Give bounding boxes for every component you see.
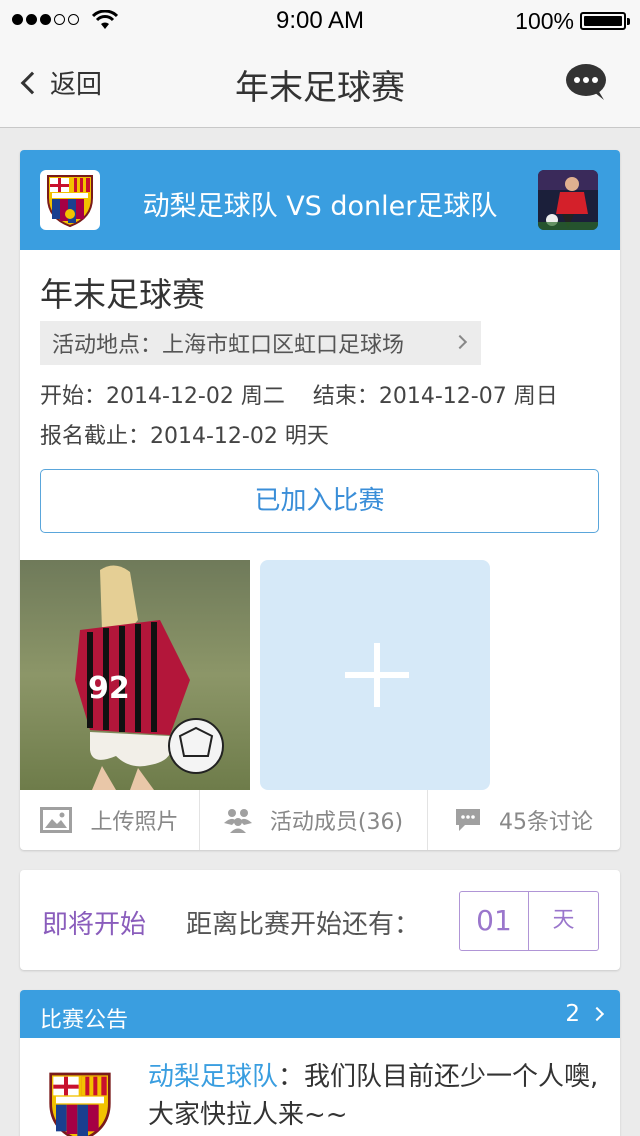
signup-deadline: 报名截止：2014-12-02 明天 — [40, 424, 329, 449]
event-title: 年末足球赛 — [40, 275, 205, 314]
announcement-card: 比赛公告 2 动梨足球队：我们队目前还少一个人噢,大家快拉人来~~ — [20, 990, 620, 1136]
event-photo[interactable]: 92 — [20, 560, 250, 790]
image-icon — [40, 807, 73, 833]
fcb-crest-icon — [49, 1072, 111, 1136]
announcement-author[interactable]: 动梨足球队 — [148, 1062, 278, 1092]
location-row[interactable]: 活动地点：上海市虹口区虹口足球场 — [40, 321, 481, 365]
match-header: 动梨足球队 VS donler足球队 — [20, 150, 620, 250]
team-logo-right[interactable] — [538, 170, 598, 230]
status-label: 即将开始 — [42, 910, 147, 940]
start-date: 开始：2014-12-02 周二 — [40, 384, 285, 409]
countdown-box: 01 天 — [459, 891, 599, 951]
countdown-card: 即将开始 距离比赛开始还有： 01 天 — [20, 870, 620, 970]
announcement-title: 比赛公告 — [40, 1008, 129, 1033]
joined-match-button[interactable]: 已加入比赛 — [40, 469, 599, 533]
page-title: 年末足球赛 — [235, 68, 405, 108]
plus-icon-vertical — [374, 643, 380, 707]
countdown-value: 01 — [460, 892, 529, 950]
comment-icon — [456, 809, 480, 831]
end-date: 结束：2014-12-07 周日 — [312, 384, 558, 409]
announcement-header[interactable]: 比赛公告 2 — [20, 990, 620, 1038]
svg-text:92: 92 — [88, 671, 130, 706]
upload-photo-action[interactable]: 上传照片 — [20, 790, 200, 850]
action-bar: 上传照片 活动成员(36) 45条讨论 — [20, 790, 620, 850]
location-text: 活动地点：上海市虹口区虹口足球场 — [52, 333, 405, 358]
members-action[interactable]: 活动成员(36) — [200, 790, 428, 850]
discussion-action[interactable]: 45条讨论 — [428, 790, 620, 850]
photo-image: 92 — [20, 560, 250, 790]
countdown-label: 距离比赛开始还有： — [186, 910, 421, 940]
navigation-bar: 返回 年末足球赛 — [0, 40, 640, 128]
upload-label: 上传照片 — [90, 810, 179, 835]
event-card: 动梨足球队 VS donler足球队 年末足球赛 活动地点：上海市虹口区虹口足球… — [20, 150, 620, 850]
battery-icon — [580, 12, 630, 30]
chevron-right-icon — [589, 1006, 605, 1022]
team-avatar-icon — [538, 170, 598, 230]
announcement-message: 动梨足球队：我们队目前还少一个人噢,大家快拉人来~~ — [148, 1058, 608, 1134]
group-icon — [223, 809, 252, 833]
chevron-right-icon — [452, 334, 468, 350]
status-bar: 9:00 AM 100% — [0, 0, 640, 40]
countdown-unit: 天 — [552, 908, 575, 933]
members-label: 活动成员(36) — [269, 810, 404, 835]
battery-percent: 100% — [515, 8, 574, 34]
discussion-label: 45条讨论 — [499, 810, 593, 835]
announcement-count: 2 — [565, 1001, 580, 1027]
match-title: 动梨足球队 VS donler足球队 — [142, 191, 498, 222]
date-range: 开始：2014-12-02 周二 结束：2014-12-07 周日 — [40, 378, 558, 410]
add-photo-button[interactable] — [260, 560, 490, 790]
chat-bubble-icon[interactable] — [564, 62, 608, 102]
